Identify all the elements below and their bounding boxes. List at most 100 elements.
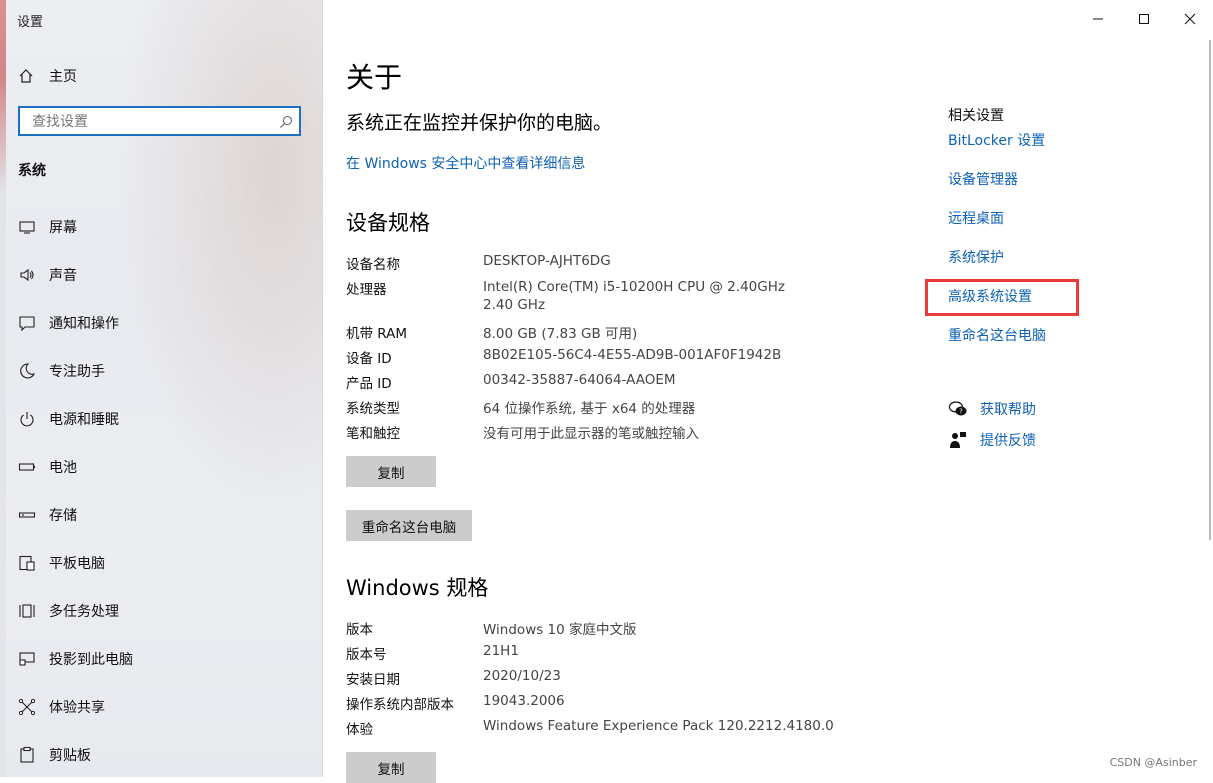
- feedback-row[interactable]: 提供反馈: [948, 424, 1036, 455]
- nav-item-project-to-pc[interactable]: 投影到此电脑: [0, 635, 322, 683]
- nav-item-battery[interactable]: 电池: [0, 443, 322, 491]
- nav-item-sound[interactable]: 声音: [0, 251, 322, 299]
- windows-specs-heading: Windows 规格: [346, 576, 489, 600]
- nav-item-tablet[interactable]: 平板电脑: [0, 539, 322, 587]
- spec-row: 处理器 Intel(R) Core(TM) i5-10200H CPU @ 2.4…: [346, 278, 906, 322]
- spec-row: 版本 Windows 10 家庭中文版: [346, 618, 906, 643]
- copy-device-specs-button[interactable]: 复制: [346, 456, 436, 487]
- spec-value: 19043.2006: [483, 693, 565, 709]
- spec-value: 21H1: [483, 643, 519, 659]
- spec-value: 64 位操作系统, 基于 x64 的处理器: [483, 401, 696, 417]
- spec-key: 机带 RAM: [346, 326, 408, 342]
- nav-item-label: 屏幕: [49, 220, 77, 236]
- rename-pc-link[interactable]: 重命名这台电脑: [948, 325, 1046, 364]
- spec-key: 版本: [346, 622, 373, 638]
- sidebar: 设置 主页 系统 屏幕 声音 通知和操作 专注助手: [0, 0, 323, 777]
- nav-item-label: 声音: [49, 268, 77, 284]
- spec-key: 体验: [346, 722, 373, 738]
- nav-item-notifications[interactable]: 通知和操作: [0, 299, 322, 347]
- related-settings-title: 相关设置: [948, 108, 1004, 124]
- spec-row: 设备 ID 8B02E105-56C4-4E55-AD9B-001AF0F1942…: [346, 347, 906, 372]
- spec-row: 设备名称 DESKTOP-AJHT6DG: [346, 253, 906, 278]
- nav-item-label: 电源和睡眠: [49, 412, 119, 428]
- spec-value: 2020/10/23: [483, 668, 561, 684]
- spec-key: 操作系统内部版本: [346, 697, 454, 713]
- nav-item-label: 投影到此电脑: [49, 652, 133, 668]
- related-settings-links: BitLocker 设置 设备管理器 远程桌面 系统保护 高级系统设置 重命名这…: [948, 130, 1046, 364]
- spec-key: 系统类型: [346, 401, 400, 417]
- battery-icon: [18, 458, 36, 476]
- nav-item-focus-assist[interactable]: 专注助手: [0, 347, 322, 395]
- spec-row: 系统类型 64 位操作系统, 基于 x64 的处理器: [346, 397, 906, 422]
- copy-windows-specs-button[interactable]: 复制: [346, 752, 436, 783]
- minimize-button[interactable]: [1075, 0, 1121, 38]
- power-icon: [18, 410, 36, 428]
- feedback-person-icon: [948, 430, 968, 450]
- nav-item-label: 平板电脑: [49, 556, 105, 572]
- windows-specs-table: 版本 Windows 10 家庭中文版 版本号 21H1 安装日期 2020/10/2…: [346, 618, 906, 743]
- security-center-link[interactable]: 在 Windows 安全中心中查看详细信息: [346, 153, 585, 173]
- device-specs-table: 设备名称 DESKTOP-AJHT6DG 处理器 Intel(R) Core(TM)…: [346, 253, 906, 447]
- clipboard-icon: [18, 746, 36, 764]
- spec-key: 笔和触控: [346, 426, 400, 442]
- page-title: 关于: [346, 61, 403, 94]
- scrollbar[interactable]: [1209, 40, 1211, 540]
- nav-item-multitasking[interactable]: 多任务处理: [0, 587, 322, 635]
- project-icon: [18, 650, 36, 668]
- close-button[interactable]: [1167, 0, 1213, 38]
- nav-home[interactable]: 主页: [18, 66, 77, 86]
- spec-value: 8B02E105-56C4-4E55-AD9B-001AF0F1942B: [483, 347, 782, 363]
- nav-item-label: 体验共享: [49, 700, 105, 716]
- notification-icon: [18, 314, 36, 332]
- nav-item-clipboard[interactable]: 剪贴板: [0, 731, 322, 777]
- nav-item-power-sleep[interactable]: 电源和睡眠: [0, 395, 322, 443]
- spec-key: 设备 ID: [346, 351, 392, 367]
- get-help-row[interactable]: ? 获取帮助: [948, 393, 1036, 424]
- spec-value: Windows Feature Experience Pack 120.2212…: [483, 718, 834, 734]
- spec-row: 笔和触控 没有可用于此显示器的笔或触控输入: [346, 422, 906, 447]
- spec-row: 机带 RAM 8.00 GB (7.83 GB 可用): [346, 322, 906, 347]
- search-icon[interactable]: [279, 114, 293, 128]
- nav-item-label: 多任务处理: [49, 604, 119, 620]
- highlight-box: [925, 279, 1079, 316]
- nav-item-display[interactable]: 屏幕: [0, 203, 322, 251]
- remote-desktop-link[interactable]: 远程桌面: [948, 208, 1046, 247]
- share-icon: [18, 698, 36, 716]
- spec-key: 设备名称: [346, 257, 400, 273]
- rename-pc-button[interactable]: 重命名这台电脑: [346, 510, 472, 541]
- maximize-button[interactable]: [1121, 0, 1167, 38]
- nav-item-label: 通知和操作: [49, 316, 119, 332]
- spec-row: 安装日期 2020/10/23: [346, 668, 906, 693]
- nav-home-label: 主页: [49, 69, 77, 85]
- spec-row: 版本号 21H1: [346, 643, 906, 668]
- home-icon: [18, 68, 34, 84]
- window-controls: [1075, 0, 1213, 38]
- nav-item-label: 剪贴板: [49, 748, 91, 764]
- spec-key: 版本号: [346, 647, 387, 663]
- moon-icon: [18, 362, 36, 380]
- search-input[interactable]: [30, 108, 274, 136]
- spec-row: 操作系统内部版本 19043.2006: [346, 693, 906, 718]
- bitlocker-link[interactable]: BitLocker 设置: [948, 130, 1046, 169]
- section-label-system: 系统: [18, 163, 46, 179]
- spec-key: 处理器: [346, 282, 387, 298]
- get-help-link[interactable]: 获取帮助: [980, 399, 1036, 419]
- nav-item-storage[interactable]: 存储: [0, 491, 322, 539]
- spec-row: 产品 ID 00342-35887-64064-AAOEM: [346, 372, 906, 397]
- help-chat-icon: ?: [948, 399, 968, 419]
- watermark: CSDN @Asinber: [1109, 756, 1197, 769]
- search-box[interactable]: [18, 106, 301, 136]
- nav-item-label: 专注助手: [49, 364, 105, 380]
- speaker-icon: [18, 266, 36, 284]
- spec-value: 8.00 GB (7.83 GB 可用): [483, 326, 638, 342]
- device-manager-link[interactable]: 设备管理器: [948, 169, 1046, 208]
- feedback-link[interactable]: 提供反馈: [980, 430, 1036, 450]
- multitask-icon: [18, 602, 36, 620]
- spec-value: 00342-35887-64064-AAOEM: [483, 372, 676, 388]
- nav-item-shared-experiences[interactable]: 体验共享: [0, 683, 322, 731]
- spec-value: DESKTOP-AJHT6DG: [483, 253, 611, 269]
- nav-item-label: 电池: [49, 460, 77, 476]
- svg-text:?: ?: [959, 407, 963, 415]
- spec-value-speed: 2.40 GHz: [483, 297, 546, 313]
- display-icon: [18, 218, 36, 236]
